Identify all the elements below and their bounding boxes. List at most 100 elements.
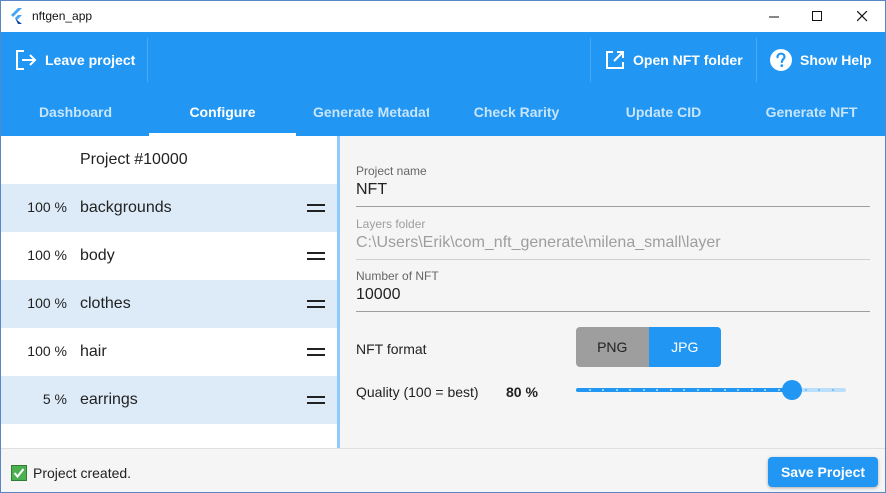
slider-tick — [805, 389, 807, 391]
number-of-nft-label: Number of NFT — [356, 269, 439, 283]
layers-folder-field: Layers folder C:\Users\Erik\com_nft_gene… — [356, 217, 870, 260]
tab-update-cid[interactable]: Update CID — [590, 88, 737, 136]
toolbar-divider — [147, 38, 148, 82]
slider-tick — [683, 389, 685, 391]
slider-tick — [670, 389, 672, 391]
layers-panel: Project #10000 100 % backgrounds 100 % b… — [1, 136, 337, 448]
layer-row[interactable]: 100 % body — [1, 232, 337, 280]
format-jpg-option[interactable]: JPG — [648, 327, 721, 367]
slider-tick — [832, 389, 834, 391]
quality-value: 80 % — [506, 384, 538, 400]
number-of-nft-field[interactable]: Number of NFT 10000 — [356, 269, 870, 312]
app-window: nftgen_app Leave project Open NFT folder… — [0, 0, 886, 493]
minimize-button[interactable] — [751, 1, 797, 32]
leave-project-label: Leave project — [45, 52, 136, 68]
layer-percent: 100 % — [27, 343, 67, 359]
slider-tick — [818, 389, 820, 391]
layer-percent: 100 % — [27, 247, 67, 263]
slider-tick — [602, 389, 604, 391]
layer-percent: 100 % — [27, 199, 67, 215]
tab-check-rarity[interactable]: Check Rarity — [443, 88, 590, 136]
project-name-label: Project name — [356, 164, 427, 178]
toolbar-divider — [756, 38, 757, 82]
save-project-button[interactable]: Save Project — [768, 457, 878, 487]
maximize-button[interactable] — [794, 1, 840, 32]
layer-name: body — [80, 247, 115, 264]
app-bar: Leave project Open NFT folder Show Help … — [1, 32, 885, 136]
show-help-label: Show Help — [800, 52, 872, 68]
field-underline — [356, 311, 870, 312]
minimize-icon — [768, 16, 779, 18]
layer-row[interactable]: 5 % earrings — [1, 376, 337, 424]
slider-tick — [629, 389, 631, 391]
layer-percent: 5 % — [42, 391, 67, 407]
slider-tick — [643, 389, 645, 391]
status-bar: Project created. Save Project — [1, 448, 885, 492]
close-button[interactable] — [839, 1, 885, 32]
tab-generate-metadata[interactable]: Generate Metadata — [296, 88, 429, 136]
status-message: Project created. — [33, 465, 132, 481]
layer-percent: 100 % — [27, 295, 67, 311]
flutter-logo-icon — [11, 8, 22, 24]
slider-tick — [724, 389, 726, 391]
slider-tick — [710, 389, 712, 391]
layer-name: earrings — [80, 391, 138, 408]
format-png-option[interactable]: PNG — [576, 327, 649, 367]
maximize-icon — [811, 11, 822, 21]
tab-dashboard[interactable]: Dashboard — [2, 88, 149, 136]
project-title-row: Project #10000 — [1, 136, 337, 184]
layers-folder-input: C:\Users\Erik\com_nft_generate\milena_sm… — [356, 234, 721, 251]
layer-row[interactable]: 100 % clothes — [1, 280, 337, 328]
show-help-button[interactable]: Show Help — [770, 32, 872, 88]
project-name-field[interactable]: Project name NFT — [356, 164, 870, 207]
close-icon — [856, 11, 867, 22]
exit-icon — [16, 50, 37, 70]
number-of-nft-input[interactable]: 10000 — [356, 286, 870, 304]
tab-label: Generate Metadata — [313, 104, 429, 120]
field-underline — [356, 206, 870, 207]
quality-slider[interactable] — [576, 380, 846, 400]
tab-label: Generate NFT — [765, 104, 858, 120]
check-icon — [11, 465, 27, 481]
leave-project-button[interactable]: Leave project — [15, 32, 135, 88]
layers-folder-label: Layers folder — [356, 217, 426, 231]
project-title: Project #10000 — [80, 151, 188, 168]
tab-bar: Dashboard Configure Generate Metadata Ch… — [1, 88, 885, 136]
tab-label: Update CID — [625, 104, 702, 120]
tab-label: Configure — [189, 104, 256, 120]
tab-label: Check Rarity — [473, 104, 560, 120]
slider-thumb[interactable] — [782, 380, 802, 400]
open-nft-folder-button[interactable]: Open NFT folder — [605, 32, 743, 88]
slider-tick — [764, 389, 766, 391]
open-nft-folder-label: Open NFT folder — [633, 52, 743, 68]
slider-tick — [778, 389, 780, 391]
drag-handle-icon[interactable] — [307, 252, 325, 260]
tab-generate-nft[interactable]: Generate NFT — [738, 88, 885, 136]
field-underline — [356, 259, 870, 260]
drag-handle-icon[interactable] — [307, 204, 325, 212]
config-form: Project name NFT Layers folder C:\Users\… — [340, 136, 885, 448]
tab-label: Dashboard — [38, 104, 113, 120]
window-title: nftgen_app — [32, 9, 93, 23]
layer-row[interactable]: 100 % backgrounds — [1, 184, 337, 232]
drag-handle-icon[interactable] — [307, 396, 325, 404]
drag-handle-icon[interactable] — [307, 348, 325, 356]
title-bar: nftgen_app — [1, 1, 885, 32]
slider-tick — [697, 389, 699, 391]
drag-handle-icon[interactable] — [307, 300, 325, 308]
project-name-input[interactable]: NFT — [356, 181, 870, 199]
layer-name: hair — [80, 343, 107, 360]
layer-row[interactable]: 100 % hair — [1, 328, 337, 376]
nft-format-label: NFT format — [356, 341, 427, 357]
toolbar: Leave project Open NFT folder Show Help — [1, 32, 885, 88]
slider-tick — [589, 389, 591, 391]
slider-tick — [737, 389, 739, 391]
slider-tick — [751, 389, 753, 391]
help-icon — [770, 49, 792, 71]
slider-tick — [616, 389, 618, 391]
layer-name: backgrounds — [80, 199, 172, 216]
nft-format-toggle: PNG JPG — [576, 327, 721, 367]
slider-tick — [656, 389, 658, 391]
layer-name: clothes — [80, 295, 131, 312]
tab-configure[interactable]: Configure — [149, 88, 296, 136]
